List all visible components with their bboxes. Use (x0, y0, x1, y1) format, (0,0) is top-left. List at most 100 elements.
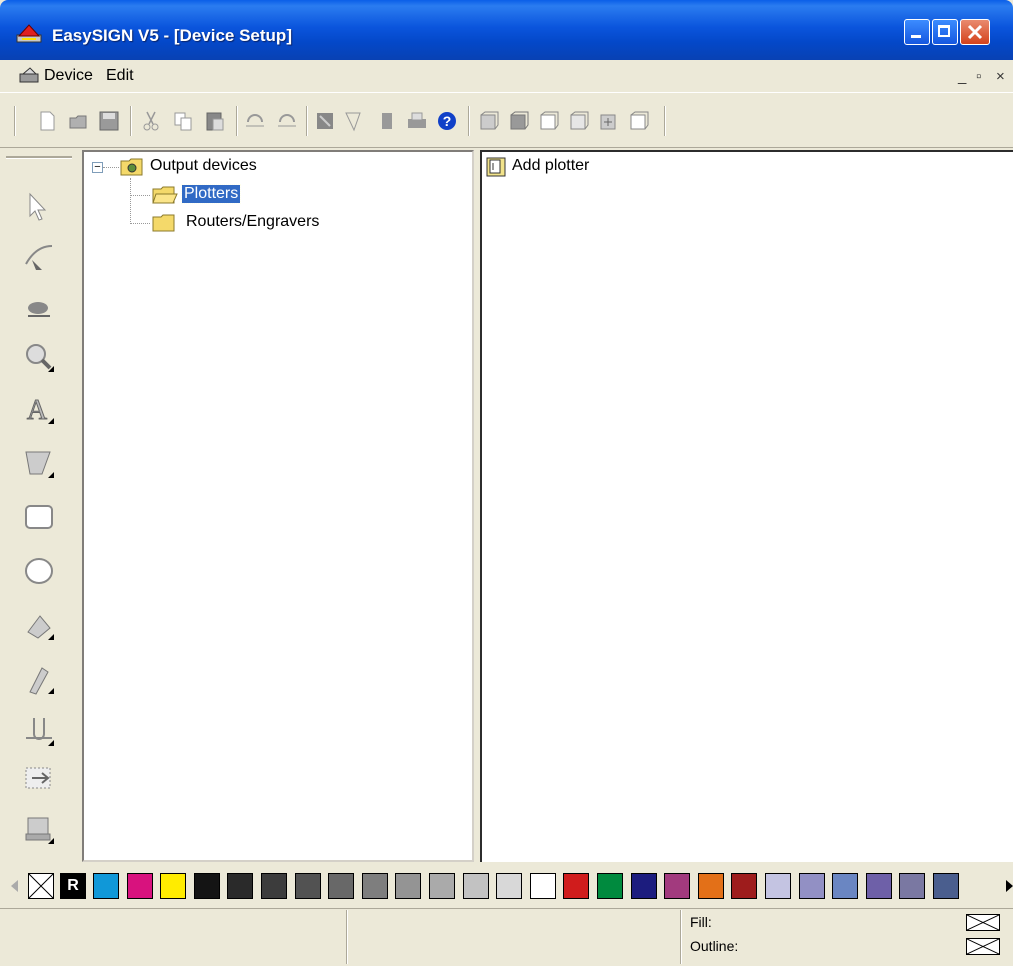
tree-connector (130, 223, 150, 224)
tree-root-expander[interactable]: − (92, 162, 103, 173)
view-front-icon[interactable] (478, 110, 500, 132)
palette-scroll-right-icon[interactable] (1004, 878, 1013, 894)
status-bar (0, 908, 1013, 966)
color-swatch[interactable] (597, 873, 623, 899)
export-icon[interactable] (342, 110, 364, 132)
select-tool-icon[interactable] (22, 190, 56, 224)
no-outline-icon (967, 939, 999, 954)
menu-edit[interactable]: Edit (106, 67, 134, 85)
fill-indicator[interactable] (966, 914, 1000, 931)
color-swatch[interactable] (93, 873, 119, 899)
maximize-button[interactable] (932, 19, 958, 45)
weld-tool-icon[interactable] (22, 714, 56, 748)
tree-item-routers-engravers[interactable]: Routers/Engravers (186, 213, 319, 231)
color-swatch[interactable] (462, 873, 489, 899)
device-list[interactable] (480, 150, 1013, 862)
ellipse-tool-icon[interactable] (22, 554, 56, 588)
tree-connector (103, 167, 119, 168)
paste-icon[interactable] (204, 110, 226, 132)
mdi-restore-button[interactable]: ▫ (976, 68, 981, 85)
view-right-icon[interactable] (568, 110, 590, 132)
color-swatch[interactable] (193, 873, 220, 899)
cutter-tool-icon[interactable] (22, 290, 56, 324)
add-plotter-icon (486, 157, 506, 177)
color-swatch[interactable] (429, 873, 455, 899)
color-swatch[interactable] (798, 873, 825, 899)
svg-text:A: A (27, 395, 48, 426)
zoom-tool-icon[interactable] (22, 340, 56, 374)
redo-icon[interactable] (276, 110, 298, 132)
open-icon[interactable] (68, 110, 90, 132)
tree-item-plotters[interactable]: Plotters (180, 184, 242, 204)
menu-device[interactable]: Device (44, 67, 93, 85)
no-color-swatch[interactable] (28, 873, 54, 899)
color-swatch[interactable] (865, 873, 892, 899)
undo-icon[interactable] (244, 110, 266, 132)
toolbar-separator (664, 106, 666, 136)
node-edit-tool-icon[interactable] (22, 240, 56, 274)
import-icon[interactable] (314, 110, 336, 132)
new-icon[interactable] (36, 110, 58, 132)
minimize-button[interactable] (904, 19, 930, 45)
tools-grip[interactable] (6, 156, 72, 159)
copy-icon[interactable] (172, 110, 194, 132)
view-top-icon[interactable] (598, 110, 620, 132)
print-icon[interactable] (406, 110, 428, 132)
no-fill-icon (967, 915, 999, 930)
outline-pen-tool-icon[interactable] (22, 662, 56, 696)
shape-tool-icon[interactable] (22, 446, 56, 480)
toolbar-separator (468, 106, 470, 136)
color-swatch[interactable] (731, 873, 758, 899)
palette-scroll-left-icon[interactable] (8, 878, 20, 894)
minimize-icon (911, 35, 921, 38)
view-back-icon[interactable] (508, 110, 530, 132)
view-3d-icon[interactable] (628, 110, 650, 132)
outline-indicator[interactable] (966, 938, 1000, 955)
tree-connector (130, 195, 150, 196)
color-swatch[interactable] (630, 873, 657, 899)
tree-connector (130, 178, 131, 224)
pause-icon[interactable] (376, 110, 398, 132)
color-swatch[interactable] (697, 873, 724, 899)
color-swatch[interactable] (563, 873, 590, 899)
color-swatch[interactable] (261, 873, 287, 899)
color-swatch[interactable] (832, 873, 859, 899)
no-color-icon (29, 874, 53, 898)
color-swatch[interactable] (899, 873, 926, 899)
close-button[interactable] (960, 19, 990, 45)
device-tool-icon[interactable] (22, 812, 56, 846)
color-swatch[interactable] (765, 873, 791, 899)
color-swatch[interactable] (227, 873, 254, 899)
cut-icon[interactable] (140, 110, 162, 132)
color-swatch[interactable] (328, 873, 355, 899)
menu-bar (0, 60, 1013, 92)
device-tree[interactable] (82, 150, 474, 862)
color-swatch[interactable] (496, 873, 523, 899)
view-left-icon[interactable] (538, 110, 560, 132)
color-swatch[interactable] (395, 873, 422, 899)
outline-label: Outline: (690, 938, 739, 954)
fill-tool-icon[interactable] (22, 608, 56, 642)
rectangle-tool-icon[interactable] (22, 500, 56, 534)
color-swatch[interactable] (664, 873, 691, 899)
fill-label: Fill: (690, 914, 712, 930)
color-swatch[interactable] (160, 873, 187, 899)
help-icon[interactable]: ? (436, 110, 458, 132)
list-item-add-plotter[interactable]: Add plotter (512, 157, 589, 175)
mdi-close-button[interactable]: × (996, 68, 1005, 85)
output-tool-icon[interactable] (22, 762, 56, 796)
toolbar-separator (306, 106, 308, 136)
color-swatch[interactable] (933, 873, 959, 899)
color-swatch[interactable] (126, 873, 153, 899)
color-swatch[interactable] (294, 873, 321, 899)
routers-folder-icon (152, 214, 175, 232)
text-tool-icon[interactable]: A (22, 392, 56, 426)
toolbar-grip[interactable] (14, 106, 16, 136)
save-icon[interactable] (98, 110, 120, 132)
mdi-minimize-button[interactable]: _ (958, 68, 966, 85)
color-swatch[interactable] (361, 873, 388, 899)
tree-item-output-devices[interactable]: Output devices (150, 157, 257, 175)
color-swatch[interactable] (529, 873, 556, 899)
registration-color-swatch[interactable]: R (60, 873, 86, 899)
plotters-folder-open-icon (152, 186, 178, 204)
